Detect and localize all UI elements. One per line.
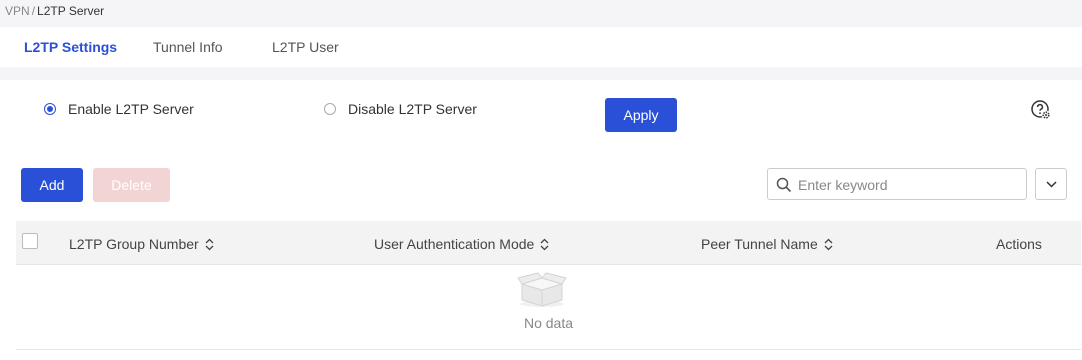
breadcrumb-separator: / — [31, 4, 36, 18]
table-header: L2TP Group Number User Authentication Mo… — [16, 221, 1081, 265]
search-box — [767, 168, 1027, 200]
column-label: Peer Tunnel Name — [701, 236, 818, 252]
column-l2tp-group-number[interactable]: L2TP Group Number — [69, 236, 214, 252]
breadcrumb-current: L2TP Server — [37, 4, 105, 18]
column-actions: Actions — [996, 236, 1042, 252]
column-label: L2TP Group Number — [69, 236, 199, 252]
tab-l2tp-settings[interactable]: L2TP Settings — [24, 39, 117, 55]
chevron-down-icon — [1046, 181, 1057, 188]
breadcrumb: VPN / L2TP Server — [5, 4, 104, 18]
breadcrumb-vpn[interactable]: VPN — [5, 4, 30, 18]
column-peer-tunnel-name[interactable]: Peer Tunnel Name — [701, 236, 833, 252]
disable-l2tp-label: Disable L2TP Server — [348, 101, 477, 117]
column-user-authentication-mode[interactable]: User Authentication Mode — [374, 236, 549, 252]
tab-bar: L2TP Settings Tunnel Info L2TP User — [0, 27, 1082, 67]
radio-checked-icon — [44, 103, 56, 115]
search-icon — [776, 177, 792, 193]
add-button[interactable]: Add — [21, 168, 83, 202]
enable-l2tp-label: Enable L2TP Server — [68, 101, 194, 117]
delete-button[interactable]: Delete — [93, 168, 170, 202]
sort-icon — [540, 238, 549, 250]
tab-tunnel-info[interactable]: Tunnel Info — [153, 39, 223, 55]
column-label: User Authentication Mode — [374, 236, 535, 252]
radio-unchecked-icon — [324, 103, 336, 115]
sort-icon — [205, 238, 214, 250]
empty-box-icon — [517, 272, 567, 307]
main-content: Enable L2TP Server Disable L2TP Server A… — [0, 80, 1082, 360]
select-all-checkbox[interactable] — [22, 233, 38, 249]
no-data-text: No data — [523, 315, 574, 331]
tab-l2tp-user[interactable]: L2TP User — [272, 39, 339, 55]
search-options-dropdown[interactable] — [1035, 168, 1067, 200]
enable-l2tp-radio[interactable]: Enable L2TP Server — [44, 101, 194, 117]
empty-state: No data — [16, 266, 1081, 350]
search-input[interactable] — [798, 175, 1018, 195]
apply-button[interactable]: Apply — [605, 98, 677, 132]
sort-icon — [824, 238, 833, 250]
disable-l2tp-radio[interactable]: Disable L2TP Server — [324, 101, 477, 117]
help-icon[interactable] — [1030, 99, 1052, 121]
